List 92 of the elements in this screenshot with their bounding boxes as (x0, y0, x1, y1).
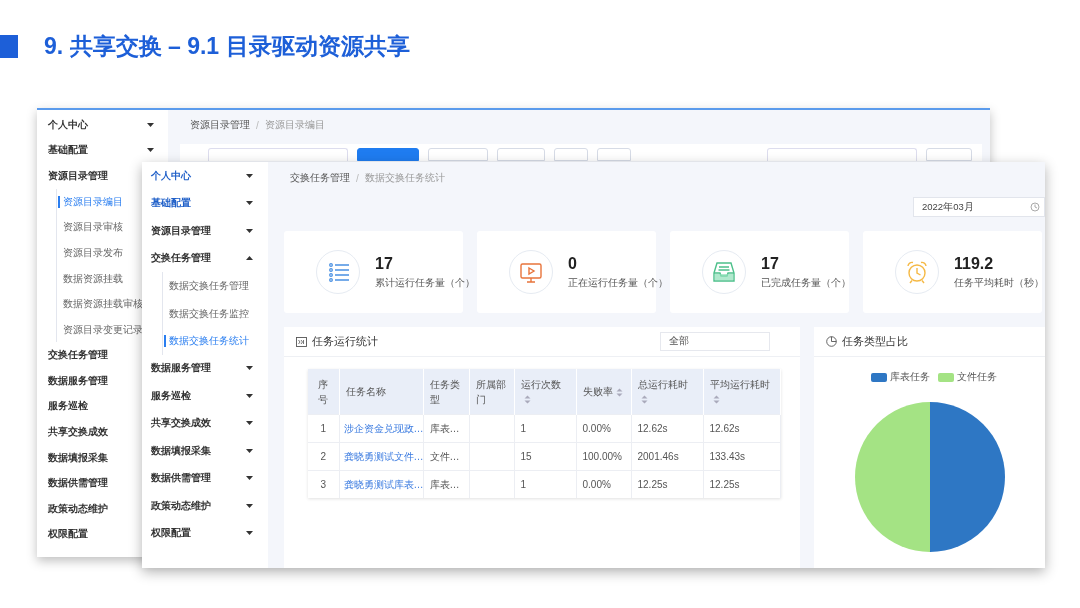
legend-label: 库表任务 (890, 371, 930, 384)
month-picker[interactable]: 2022年03月 (913, 197, 1045, 217)
stat-value: 17 (761, 254, 780, 273)
sort-icon (615, 387, 623, 397)
menu-item[interactable]: 个人中心 (37, 112, 168, 138)
table-cell: 1 (514, 414, 576, 443)
task-link[interactable]: 涉企资金兑现政… (339, 414, 423, 443)
pie-chart-icon (826, 336, 837, 347)
inbox-tray-icon (711, 259, 737, 285)
column-header: 任务名称 (339, 369, 423, 415)
table-cell: 3 (308, 470, 339, 498)
breadcrumb-item: 资源目录编目 (264, 118, 325, 132)
table-cell: 1 (514, 470, 576, 498)
panel-title: 任务类型占比 (842, 334, 908, 349)
search-field[interactable] (767, 148, 917, 161)
title-marker (0, 34, 18, 58)
alarm-clock-icon (904, 259, 930, 285)
stat-value: 17 (375, 254, 394, 273)
stat-label: 累计运行任务量（个） (375, 276, 475, 290)
task-link[interactable]: 龚晓勇测试库表… (339, 470, 423, 498)
menu-item[interactable]: 权限配置 (142, 519, 268, 547)
submenu-item[interactable]: 数据交换任务管理 (162, 272, 268, 300)
task-link[interactable]: 龚晓勇测试文件… (339, 442, 423, 471)
submenu-item[interactable]: 数据资源挂载审核 (56, 291, 143, 317)
submenu-item[interactable]: 资源目录发布 (56, 239, 123, 266)
menu-item[interactable]: 服务巡检 (37, 393, 88, 420)
column-header[interactable]: 总运行耗时 (631, 369, 703, 415)
menu-item[interactable]: 基础配置 (142, 189, 268, 217)
column-header[interactable]: 平均运行耗时 (703, 369, 780, 415)
submenu-item[interactable]: 资源目录审核 (56, 214, 123, 240)
menu-item[interactable]: 资源目录管理 (142, 217, 268, 245)
legend-label: 文件任务 (957, 371, 997, 384)
search-field[interactable] (208, 148, 348, 161)
menu-item[interactable]: 基础配置 (37, 137, 168, 164)
submenu-item[interactable]: 数据资源挂载 (56, 265, 123, 292)
toolbar-button[interactable] (357, 148, 419, 161)
menu-item[interactable]: 资源目录管理 (37, 163, 108, 189)
column-header: 序号 (308, 369, 339, 415)
sort-icon (523, 395, 531, 405)
table-cell: 1 (308, 414, 339, 443)
table-cell: 12.25s (703, 470, 780, 498)
column-header[interactable]: 运行次数 (514, 369, 576, 415)
table-cell: 0.00% (576, 414, 631, 443)
breadcrumb-separator: / (256, 119, 259, 131)
table-cell: 0.00% (576, 470, 631, 498)
table-cell: 文件… (423, 442, 469, 471)
sort-icon (640, 395, 648, 405)
menu-item[interactable]: 数据服务管理 (37, 367, 108, 394)
menu-item[interactable]: 数据服务管理 (142, 354, 268, 382)
stat-label: 任务平均耗时（秒） (954, 276, 1044, 290)
table-cell: 12.62s (631, 414, 703, 443)
submenu-item[interactable]: 资源目录变更记录 (56, 316, 143, 343)
table-icon (296, 336, 307, 347)
menu-item[interactable]: 个人中心 (142, 162, 268, 190)
breadcrumb-item[interactable]: 资源目录管理 (190, 118, 250, 132)
filter-select[interactable]: 全部 (660, 332, 770, 351)
menu-item[interactable]: 数据供需管理 (37, 470, 108, 496)
menu-item[interactable]: 共享交换成效 (142, 409, 268, 437)
table-cell: 库表… (423, 470, 469, 498)
menu-item[interactable]: 权限配置 (37, 521, 88, 548)
stat-value: 0 (568, 254, 578, 273)
table-cell: 133.43s (703, 442, 780, 471)
table-cell: 100.00% (576, 442, 631, 471)
menu-item[interactable]: 交换任务管理 (37, 342, 108, 368)
table-cell: 2 (308, 442, 339, 471)
clock-icon (1030, 202, 1040, 212)
table-cell: 12.25s (631, 470, 703, 498)
menu-item[interactable]: 数据供需管理 (142, 464, 268, 492)
column-header: 任务类型 (423, 369, 469, 415)
column-header[interactable]: 失败率 (576, 369, 631, 415)
slide-title: 9. 共享交换 – 9.1 目录驱动资源共享 (44, 31, 410, 61)
table-cell: 库表… (423, 414, 469, 443)
menu-item[interactable]: 交换任务管理 (142, 244, 268, 272)
menu-item[interactable]: 服务巡检 (142, 382, 268, 410)
stat-label: 已完成任务量（个） (761, 276, 851, 290)
menu-item[interactable]: 数据填报采集 (142, 437, 268, 465)
table-cell: 12.62s (703, 414, 780, 443)
breadcrumb-item: 数据交换任务统计 (364, 171, 445, 185)
table-cell: 2001.46s (631, 442, 703, 471)
menu-item[interactable]: 政策动态维护 (142, 492, 268, 520)
breadcrumb-separator: / (356, 172, 359, 184)
stat-label: 正在运行任务量（个） (568, 276, 668, 290)
menu-item[interactable]: 数据填报采集 (37, 444, 108, 471)
stat-value: 119.2 (954, 254, 995, 273)
breadcrumb-item[interactable]: 交换任务管理 (290, 171, 350, 185)
menu-item[interactable]: 政策动态维护 (37, 495, 108, 522)
submenu-item[interactable]: 数据交换任务监控 (162, 299, 268, 327)
table-cell: 15 (514, 442, 576, 471)
sort-icon (712, 395, 720, 405)
column-header: 所属部门 (469, 369, 514, 415)
panel-title: 任务运行统计 (312, 334, 378, 349)
menu-item[interactable]: 共享交换成效 (37, 419, 108, 445)
